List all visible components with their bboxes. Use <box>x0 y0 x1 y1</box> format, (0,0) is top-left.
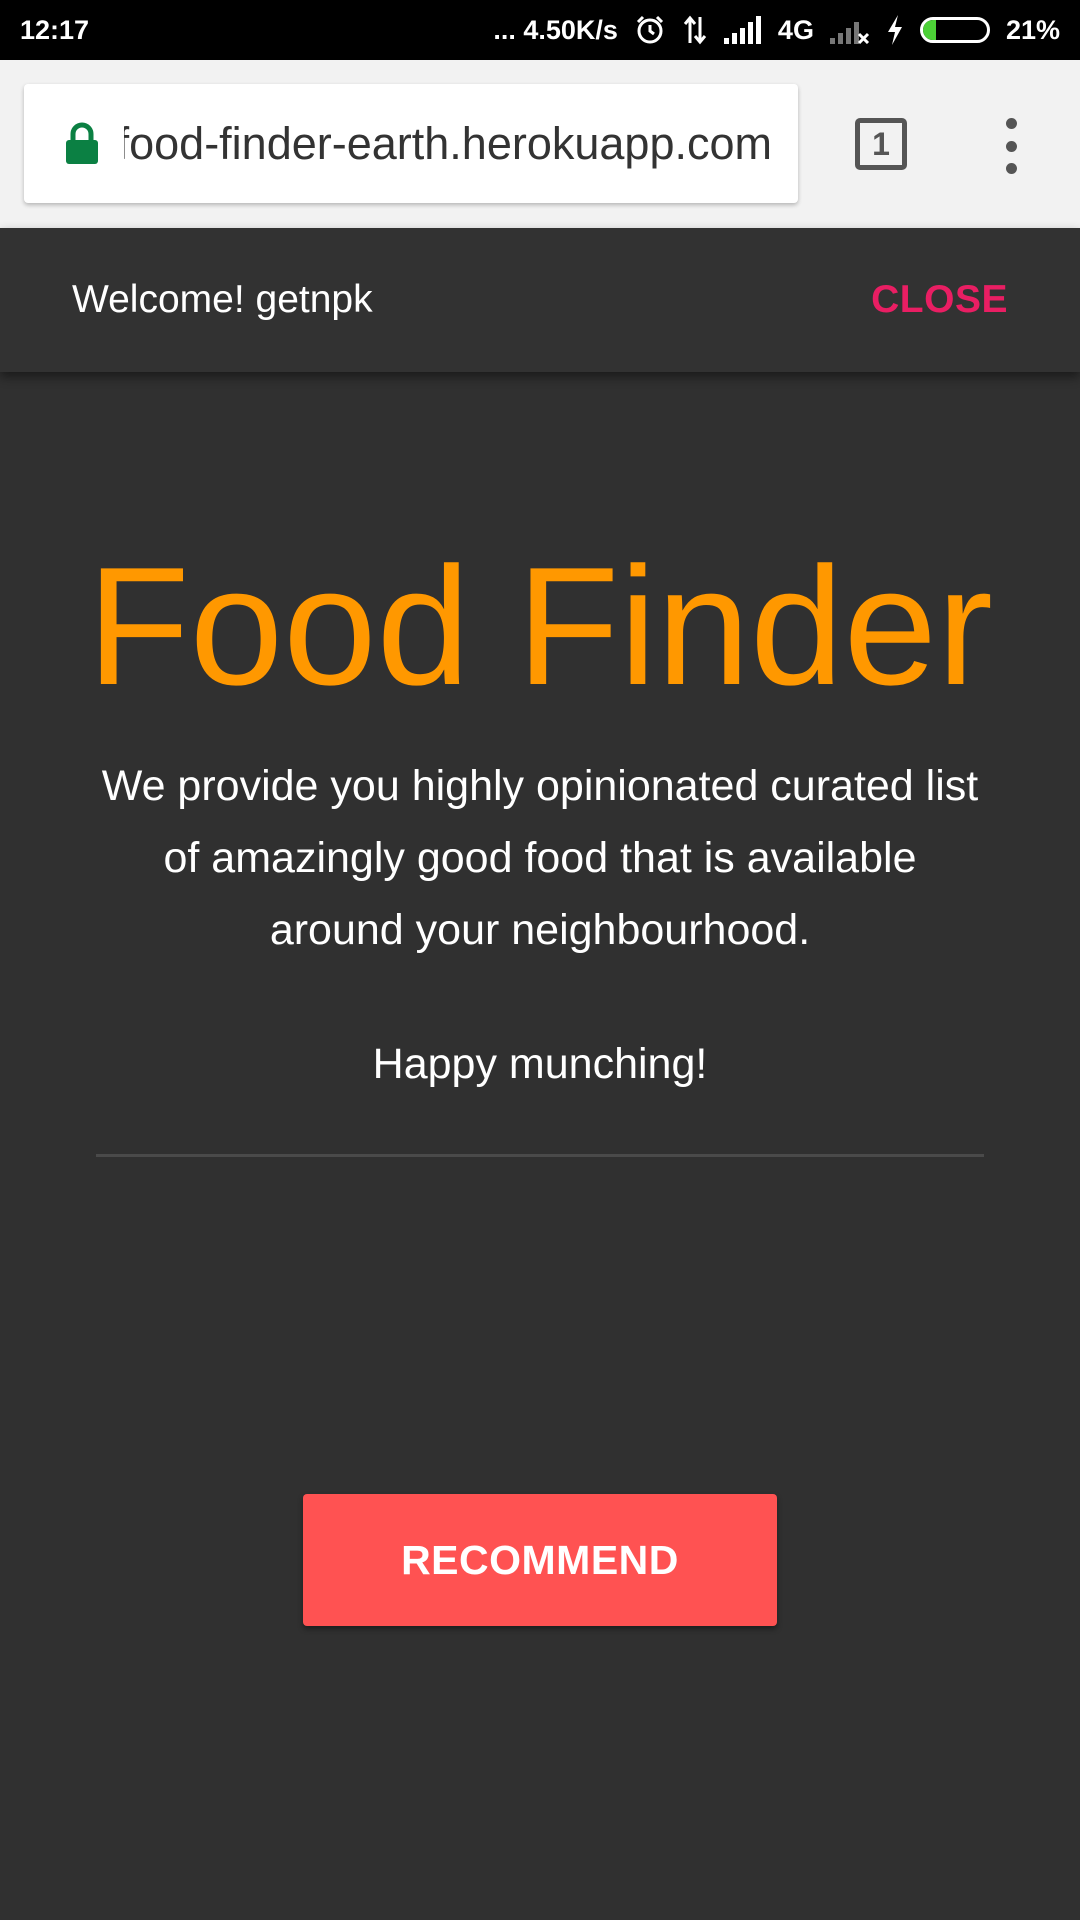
tagline-text: Happy munching! <box>372 1040 708 1088</box>
lock-icon <box>64 122 100 166</box>
status-time: 12:17 <box>20 14 90 45</box>
page-title: Food Finder <box>87 532 993 720</box>
status-bar: 12:17 ... 4.50K/s 4G 21% <box>0 0 1080 60</box>
main-content: Food Finder We provide you highly opinio… <box>0 372 1080 1920</box>
description-text: We provide you highly opinionated curate… <box>101 762 979 954</box>
recommend-button[interactable]: RECOMMEND <box>303 1494 777 1626</box>
tabs-icon[interactable]: 1 <box>855 118 907 170</box>
menu-dot <box>1005 163 1017 174</box>
battery-percent: 21% <box>1005 14 1060 45</box>
signal-icon <box>723 16 762 44</box>
alarm-icon <box>634 14 666 46</box>
no-signal-icon <box>829 16 870 44</box>
network-type: 4G <box>777 14 814 45</box>
welcome-banner: Welcome! getnpk CLOSE <box>0 228 1080 372</box>
divider <box>96 1154 984 1157</box>
battery-icon <box>919 17 990 43</box>
charging-icon <box>886 15 904 45</box>
tab-count: 1 <box>872 125 890 162</box>
welcome-message: Welcome! getnpk <box>72 278 373 321</box>
data-transfer-icon <box>682 15 708 45</box>
browser-toolbar: food-finder-earth.herokuapp.com 1 <box>0 60 1080 228</box>
address-bar[interactable]: food-finder-earth.herokuapp.com <box>24 84 798 203</box>
close-button[interactable]: CLOSE <box>871 278 1008 322</box>
menu-dot <box>1005 118 1017 129</box>
url-text: food-finder-earth.herokuapp.com <box>124 117 772 169</box>
more-menu-icon[interactable] <box>996 118 1026 174</box>
network-speed: ... 4.50K/s <box>493 14 618 45</box>
menu-dot <box>1005 140 1017 152</box>
battery-level <box>922 20 937 40</box>
status-icons: ... 4.50K/s 4G 21% <box>493 14 1060 46</box>
